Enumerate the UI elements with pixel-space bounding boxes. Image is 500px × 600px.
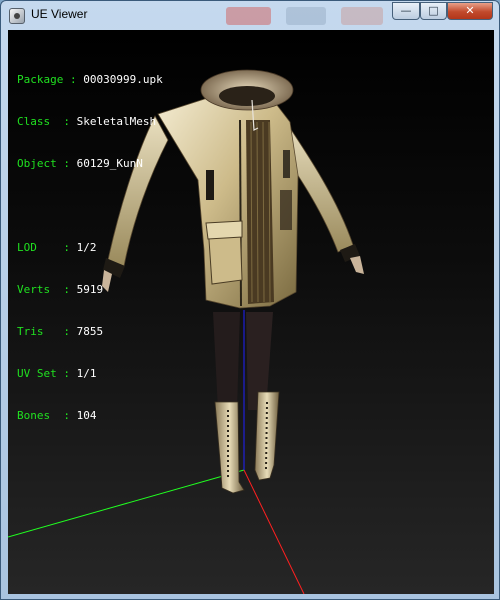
app-icon[interactable] — [9, 8, 25, 24]
mesh-info-panel: Package : 00030999.upk Class : SkeletalM… — [17, 45, 163, 451]
background-blur — [341, 7, 383, 25]
window-title: UE Viewer — [31, 7, 88, 21]
info-row-bones: Bones : 104 — [17, 409, 97, 422]
info-row-verts: Verts : 5919 — [17, 283, 104, 296]
maximize-button[interactable]: □ — [420, 2, 447, 20]
info-row-package: Package : 00030999.upk — [17, 73, 163, 86]
info-row-lod: LOD : 1/2 — [17, 241, 97, 254]
background-blur — [286, 7, 326, 25]
background-blur — [226, 7, 271, 25]
minimize-button[interactable]: — — [392, 2, 420, 20]
info-row-uv-set: UV Set : 1/1 — [17, 367, 97, 380]
axis-y-line — [8, 469, 245, 538]
info-row-object: Object : 60129_KunN — [17, 157, 143, 170]
info-row-class: Class : SkeletalMesh — [17, 115, 157, 128]
axis-x-line — [243, 469, 305, 594]
title-bar[interactable]: UE Viewer — □ ✕ — [1, 1, 499, 30]
app-window: UE Viewer — □ ✕ Package: 00030999.upk C… — [0, 0, 500, 600]
info-row-tris: Tris : 7855 — [17, 325, 104, 338]
3d-viewport[interactable]: Package : 00030999.upk Class : SkeletalM… — [8, 30, 494, 594]
close-button[interactable]: ✕ — [447, 2, 493, 20]
